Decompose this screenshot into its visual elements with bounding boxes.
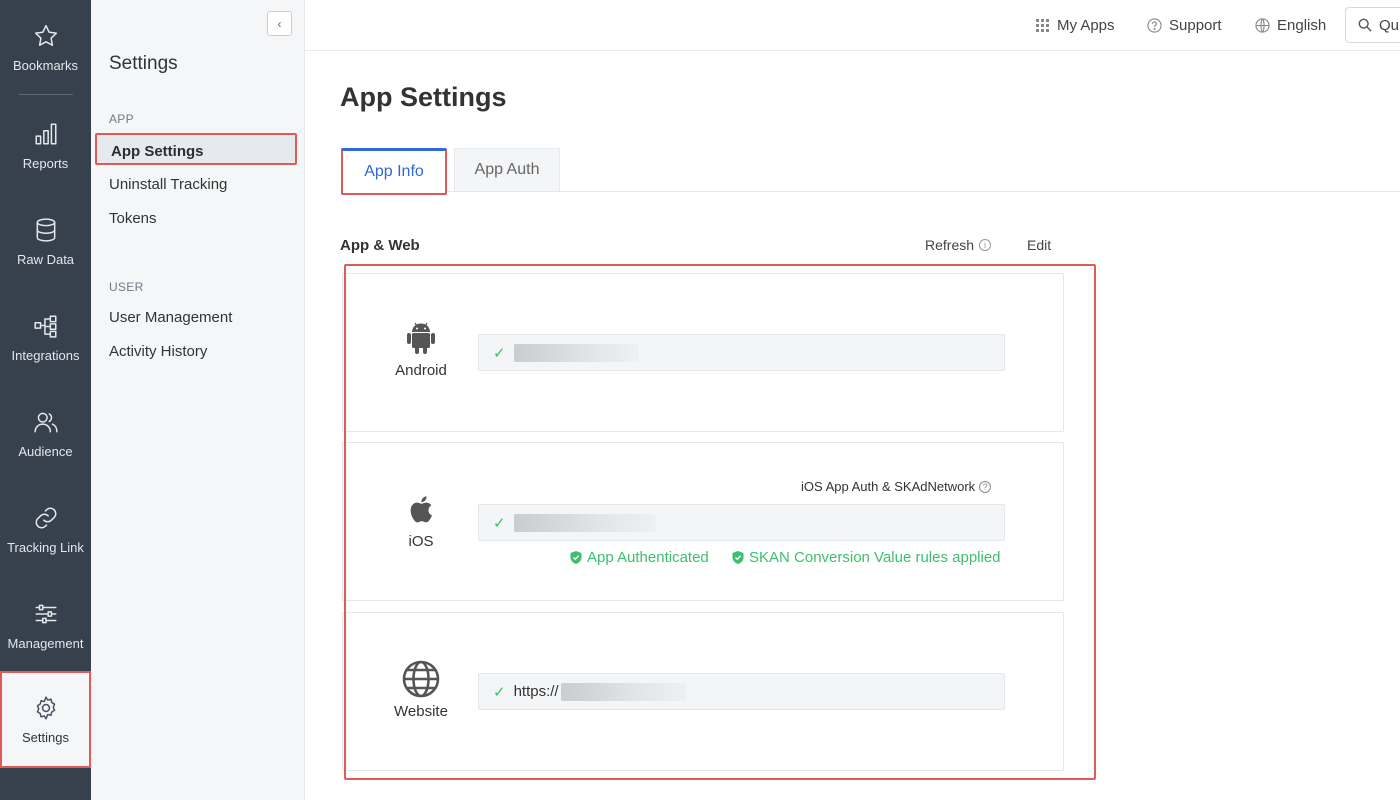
nav-reports[interactable]: Reports	[0, 98, 91, 194]
language-selector[interactable]: English	[1255, 0, 1326, 51]
nav-bookmarks-label: Bookmarks	[12, 58, 79, 73]
page-title: App Settings	[340, 82, 507, 112]
support-label: Support	[1169, 17, 1222, 34]
nav-raw-data[interactable]: Raw Data	[0, 194, 91, 290]
sidebar-title: Settings	[109, 53, 178, 74]
sidebar-section-user: USER	[109, 280, 144, 294]
bar-chart-icon	[34, 123, 57, 145]
my-apps-link[interactable]: My Apps	[1035, 0, 1115, 51]
settings-sidebar: ‹ Settings APP App Settings Uninstall Tr…	[91, 0, 305, 800]
nav-management[interactable]: Management	[0, 578, 91, 674]
audience-icon	[33, 412, 58, 433]
link-icon	[35, 507, 56, 529]
nav-reports-label: Reports	[22, 156, 69, 171]
rail-divider	[19, 94, 73, 95]
nav-raw-data-label: Raw Data	[16, 252, 75, 267]
help-circle-icon	[1147, 18, 1162, 33]
nav-management-label: Management	[7, 636, 84, 651]
nav-integrations-label: Integrations	[11, 348, 80, 363]
sidebar-item-user-management[interactable]: User Management	[109, 309, 232, 326]
quick-search-label: Qu	[1379, 16, 1400, 34]
my-apps-label: My Apps	[1057, 17, 1115, 34]
collapse-sidebar-button[interactable]: ‹	[267, 11, 292, 36]
top-bar: My Apps Support English Qu	[305, 0, 1400, 51]
star-icon	[34, 24, 57, 46]
support-link[interactable]: Support	[1147, 0, 1222, 51]
nav-audience-label: Audience	[18, 444, 73, 459]
chevron-left-icon: ‹	[277, 16, 282, 31]
language-label: English	[1277, 17, 1327, 34]
quick-search-input[interactable]: Qu	[1345, 7, 1400, 43]
section-title-app-web: App & Web	[340, 237, 420, 254]
sidebar-item-app-settings[interactable]: App Settings	[95, 133, 297, 165]
platforms-highlight	[344, 264, 1096, 780]
main-nav-rail: Bookmarks Reports Raw Data Integrations …	[0, 0, 91, 800]
tabs-divider	[340, 191, 1400, 192]
nav-settings[interactable]: Settings	[0, 671, 91, 768]
sliders-icon	[34, 604, 57, 624]
sidebar-section-app: APP	[109, 112, 134, 126]
grid-icon	[1036, 19, 1049, 32]
edit-button[interactable]: Edit	[1027, 237, 1051, 253]
gear-icon	[36, 695, 55, 720]
sidebar-item-uninstall-tracking[interactable]: Uninstall Tracking	[109, 176, 227, 193]
globe-icon	[1255, 18, 1270, 33]
tab-app-auth[interactable]: App Auth	[454, 148, 560, 191]
tab-app-info[interactable]: App Info	[341, 148, 447, 195]
nav-tracking-link[interactable]: Tracking Link	[0, 482, 91, 578]
database-icon	[36, 218, 55, 242]
nav-audience[interactable]: Audience	[0, 386, 91, 482]
search-icon	[1358, 18, 1372, 32]
nav-bookmarks[interactable]: Bookmarks	[0, 0, 91, 96]
integrations-icon	[33, 315, 57, 338]
nav-settings-label: Settings	[22, 729, 69, 745]
refresh-label: Refresh	[925, 237, 975, 253]
sidebar-item-activity-history[interactable]: Activity History	[109, 343, 207, 360]
refresh-button[interactable]: Refresh i	[925, 237, 992, 253]
sidebar-item-tokens[interactable]: Tokens	[109, 210, 157, 227]
nav-integrations[interactable]: Integrations	[0, 290, 91, 386]
nav-tracking-link-label: Tracking Link	[7, 540, 84, 555]
info-icon[interactable]: i	[979, 239, 992, 251]
